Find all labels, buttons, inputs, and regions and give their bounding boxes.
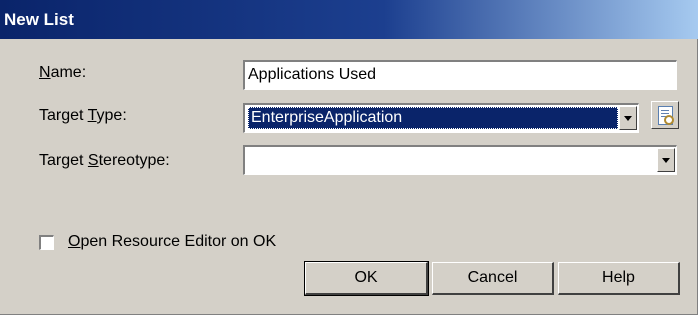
target-stereotype-label-prefix: Target bbox=[39, 152, 88, 169]
help-button[interactable]: Help bbox=[558, 262, 680, 295]
target-stereotype-value bbox=[248, 149, 254, 171]
target-type-value: EnterpriseApplication bbox=[248, 107, 618, 129]
target-type-properties-button[interactable] bbox=[651, 101, 679, 129]
open-resource-editor-checkbox[interactable] bbox=[39, 235, 54, 250]
name-label-text: ame: bbox=[50, 64, 87, 81]
name-label-mnemonic: N bbox=[39, 64, 51, 81]
target-stereotype-label-text: tereotype: bbox=[98, 152, 170, 169]
target-type-combobox[interactable]: EnterpriseApplication bbox=[243, 103, 639, 133]
target-stereotype-label: Target Stereotype: bbox=[39, 152, 170, 170]
chevron-down-icon bbox=[662, 158, 670, 163]
target-stereotype-label-mnemonic: S bbox=[87, 152, 99, 169]
target-type-label-text: ype: bbox=[96, 107, 127, 124]
target-type-label: Target Type: bbox=[39, 107, 127, 125]
target-stereotype-combobox[interactable] bbox=[243, 145, 677, 175]
target-type-dropdown-button[interactable] bbox=[619, 106, 637, 130]
new-list-dialog: New List Name: Applications Used Target … bbox=[0, 0, 698, 315]
chevron-down-icon bbox=[624, 116, 632, 121]
properties-icon bbox=[658, 106, 674, 125]
name-value: Applications Used bbox=[248, 66, 377, 83]
open-resource-editor-mnemonic: O bbox=[68, 233, 81, 250]
ok-button[interactable]: OK bbox=[304, 261, 429, 296]
cancel-button[interactable]: Cancel bbox=[432, 262, 554, 295]
name-label: Name: bbox=[39, 64, 86, 82]
target-type-label-prefix: Target bbox=[39, 107, 88, 124]
target-type-label-mnemonic: T bbox=[87, 107, 97, 124]
name-field[interactable]: Applications Used bbox=[243, 60, 677, 90]
open-resource-editor-text: pen Resource Editor on OK bbox=[80, 233, 277, 250]
target-stereotype-dropdown-button[interactable] bbox=[657, 148, 675, 172]
open-resource-editor-label[interactable]: Open Resource Editor on OK bbox=[68, 233, 276, 251]
window-title: New List bbox=[0, 0, 698, 39]
